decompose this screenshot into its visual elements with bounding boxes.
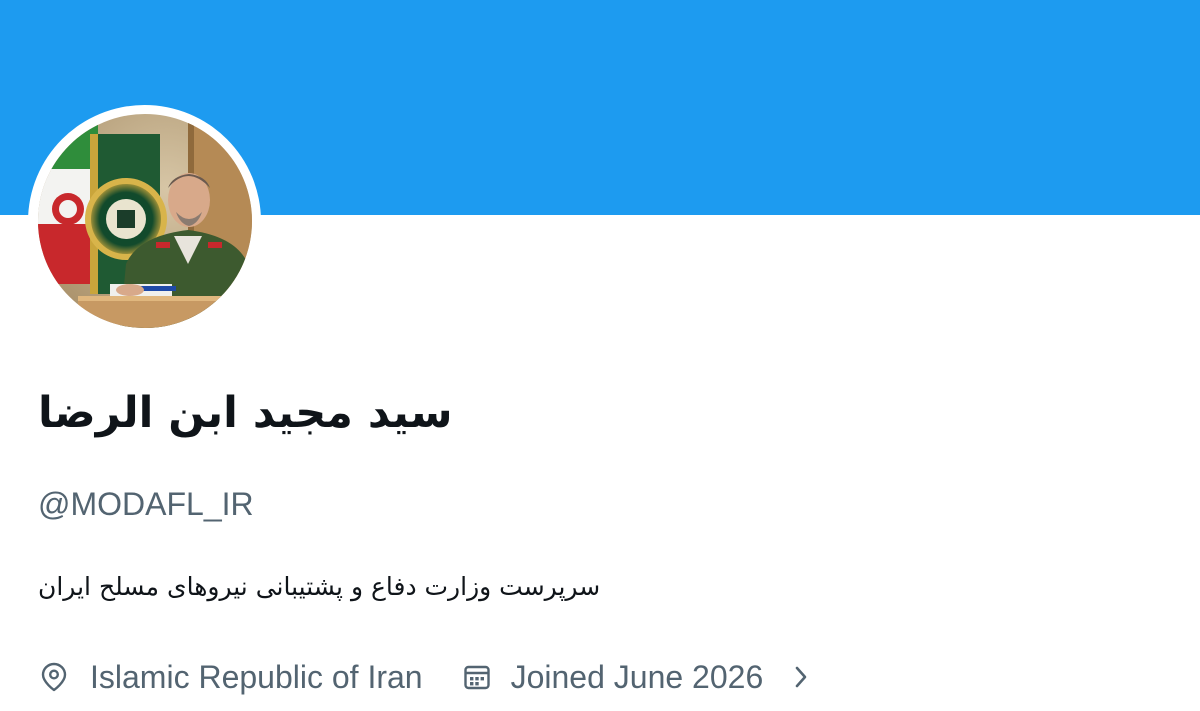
profile-location: Islamic Republic of Iran [38, 655, 423, 699]
map-pin-icon [38, 661, 70, 693]
profile-bio: سرپرست وزارت دفاع و پشتیبانی نیروهای مسل… [38, 572, 601, 601]
profile-display-name: سید مجید ابن الرضا [38, 388, 453, 438]
calendar-icon [461, 661, 493, 693]
profile-joined-text: Joined June 2026 [510, 659, 764, 695]
profile-avatar[interactable] [38, 114, 252, 328]
profile-handle: @MODAFL_IR [38, 486, 254, 522]
profile-location-text: Islamic Republic of Iran [90, 659, 423, 695]
chevron-right-icon[interactable] [785, 661, 817, 693]
avatar-photo [38, 114, 252, 328]
profile-joined: Joined June 2026 [423, 655, 764, 699]
profile-meta-row: Islamic Republic of Iran Joined June 202… [38, 655, 817, 699]
